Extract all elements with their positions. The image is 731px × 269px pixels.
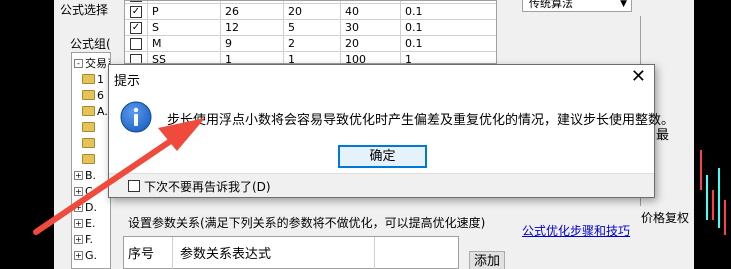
tree-item-label: E. (85, 216, 96, 230)
expand-icon[interactable]: + (74, 202, 83, 212)
param-value-cell: 100 (345, 53, 366, 64)
tree-item-label: C. (85, 184, 97, 198)
tree-item-label: G. (85, 248, 98, 262)
add-button[interactable]: 添加 (469, 251, 505, 269)
param-value-cell: 0.1 (405, 5, 423, 18)
folder-icon (82, 74, 95, 84)
param-name-cell: SS (152, 53, 166, 64)
collapse-icon[interactable]: - (74, 58, 83, 68)
chart-background-right (694, 0, 731, 269)
param-value-cell: 2 (288, 37, 295, 50)
tree-item[interactable]: + F. (74, 231, 93, 247)
expand-icon[interactable]: + (74, 234, 83, 244)
param-table: ✓ P 26 20 40 0.1 ✓ S 12 5 30 0.1 M 9 2 20 0.1 SS 1 1 100 1 (124, 0, 497, 64)
message-box: 提示 ✕ 步长使用浮点小数将会容易导致优化时产生偏差及重复优化的情况，建议步长使… (108, 64, 674, 198)
param-value-cell: 1 (288, 53, 295, 64)
message-text: 步长使用浮点小数将会容易导致优化时产生偏差及重复优化的情况，建议步长使用整数。 (167, 113, 675, 128)
info-icon (120, 101, 152, 133)
param-value-cell: 1 (405, 53, 412, 64)
table-row[interactable]: ✓ S 12 5 30 0.1 (125, 20, 496, 36)
tree-item-label: 6 (97, 88, 104, 102)
relation-header-index: 序号 (128, 247, 155, 262)
formula-select-label: 公式选择 (60, 3, 109, 17)
close-icon[interactable]: ✕ (631, 66, 646, 88)
param-checkbox[interactable] (130, 1, 142, 2)
param-value-cell: 9 (225, 37, 232, 50)
algorithm-select[interactable]: 传统算法 ▼ (522, 0, 632, 12)
param-name-cell: P (152, 5, 159, 18)
message-box-title: 提示 (114, 74, 141, 89)
tree-item[interactable]: 6 (74, 87, 104, 103)
tree-item[interactable] (74, 151, 97, 167)
tree-item[interactable]: 1 (74, 71, 104, 87)
param-value-cell: 12 (225, 21, 239, 34)
expand-icon[interactable]: + (74, 250, 83, 260)
param-value-cell: 0.1 (405, 21, 423, 34)
param-checkbox[interactable] (130, 38, 142, 50)
message-box-titlebar[interactable]: 提示 ✕ (109, 65, 654, 91)
algorithm-select-value: 传统算法 (529, 0, 573, 10)
dont-show-again-label[interactable]: 下次不要再告诉我了(D) (144, 178, 271, 195)
formula-group-label: 公式组( (70, 37, 111, 51)
param-value-cell: 40 (345, 5, 359, 18)
expand-icon[interactable]: + (74, 218, 83, 228)
folder-icon (82, 122, 95, 132)
tree-item[interactable] (74, 135, 97, 151)
price-adjust-label: 价格复权 (641, 211, 690, 225)
tree-item-label: B. (85, 168, 97, 182)
param-name-cell: S (152, 21, 159, 34)
tree-item[interactable]: + B. (74, 167, 96, 183)
relation-label: 设置参数关系(满足下列关系的参数将不做优化，可以提高优化速度) (128, 216, 486, 230)
param-value-cell: 0.1 (405, 37, 423, 50)
param-name-cell: M (152, 37, 162, 50)
tree-item[interactable]: + C. (74, 183, 96, 199)
folder-icon (82, 106, 95, 116)
param-checkbox[interactable] (130, 54, 142, 63)
param-value-cell: 5 (288, 21, 295, 34)
expand-icon[interactable]: + (74, 186, 83, 196)
table-row[interactable]: ✓ P 26 20 40 0.1 (125, 4, 496, 20)
tree-item[interactable]: + E. (74, 215, 95, 231)
relation-table: 序号 参数关系表达式 (123, 236, 459, 269)
message-box-footer: 下次不要再告诉我了(D) (109, 173, 654, 197)
param-checkbox[interactable]: ✓ (130, 22, 142, 34)
tree-item-label: D. (85, 200, 97, 214)
folder-icon (82, 138, 95, 148)
param-checkbox[interactable]: ✓ (130, 6, 142, 18)
table-row[interactable]: SS 1 1 100 1 (125, 52, 496, 64)
param-value-cell: 20 (345, 37, 359, 50)
relation-header-expression: 参数关系表达式 (180, 247, 272, 262)
tree-item-label: A. (97, 104, 108, 118)
tree-item-label: F. (85, 232, 94, 246)
param-value-cell: 26 (225, 5, 239, 18)
tree-item[interactable]: + D. (74, 199, 97, 215)
param-value-cell: 20 (288, 5, 302, 18)
optimization-tips-link[interactable]: 公式优化步骤和技巧 (522, 222, 630, 239)
tree-item-label: 1 (97, 72, 104, 86)
dont-show-again-checkbox[interactable] (128, 180, 140, 192)
folder-icon (82, 154, 95, 164)
chevron-down-icon: ▼ (620, 0, 627, 9)
param-value-cell: 1 (225, 53, 232, 64)
param-value-cell: 30 (345, 21, 359, 34)
expand-icon[interactable]: + (74, 170, 83, 180)
formula-tree[interactable]: -交易系16A.+B.+C.+D.+E.+F.+G. (71, 52, 111, 269)
tree-item[interactable] (74, 119, 97, 135)
chart-background-left (0, 0, 54, 269)
table-row[interactable]: M 9 2 20 0.1 (125, 36, 496, 52)
ok-button[interactable]: 确定 (338, 145, 427, 168)
tree-item[interactable]: + G. (74, 247, 97, 263)
tree-item[interactable]: -交易系 (74, 55, 110, 71)
tree-item[interactable]: A. (74, 103, 108, 119)
folder-icon (82, 90, 95, 100)
